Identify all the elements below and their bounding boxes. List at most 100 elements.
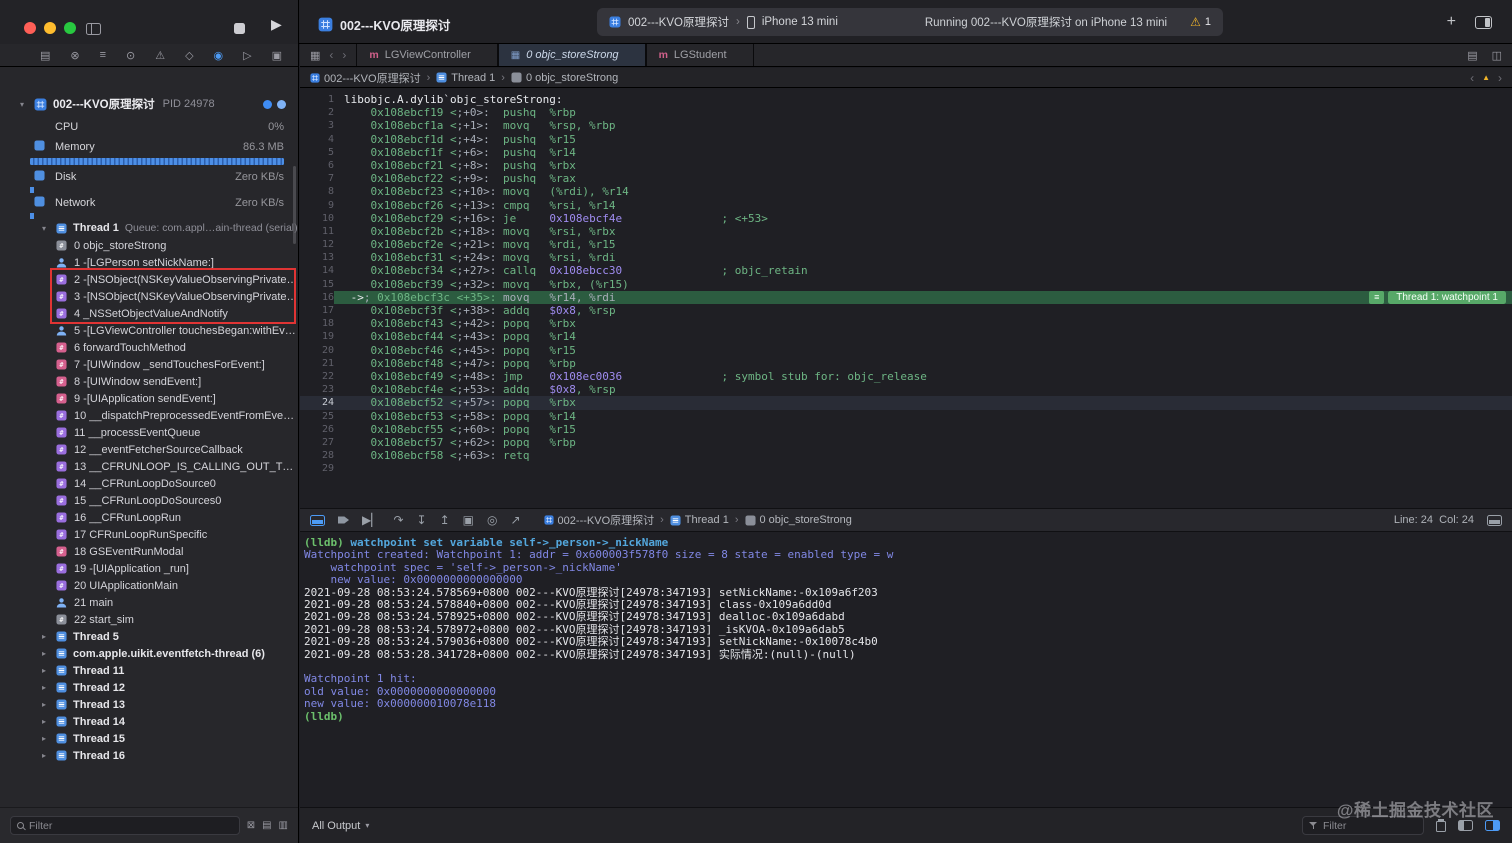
- disclosure-closed-icon[interactable]: ▸: [38, 734, 50, 743]
- editor-tab[interactable]: m LGViewController: [356, 44, 498, 66]
- navigator-tab-reports[interactable]: ▣: [272, 49, 282, 62]
- simulate-location-button[interactable]: ↗: [510, 514, 520, 526]
- hide-debug-area-icon[interactable]: [310, 514, 325, 526]
- watchpoint-badge[interactable]: ≡ Thread 1: watchpoint 1: [1369, 290, 1506, 304]
- process-row[interactable]: ▾ 002---KVO原理探讨 PID 24978: [0, 91, 298, 117]
- continue-button[interactable]: ▶▏: [362, 514, 380, 526]
- zoom-button[interactable]: [64, 22, 76, 34]
- stack-frame[interactable]: #7 -[UIWindow _sendTouchesForEvent:]: [0, 356, 298, 373]
- filter-flat-list-icon[interactable]: ▤: [262, 820, 271, 831]
- navigator-tab-issues[interactable]: ⚠: [155, 49, 165, 62]
- stack-frame[interactable]: #9 -[UIApplication sendEvent:]: [0, 390, 298, 407]
- minimize-button[interactable]: [44, 22, 56, 34]
- stack-frame[interactable]: #17 CFRunLoopRunSpecific: [0, 526, 298, 543]
- show-variables-view-icon[interactable]: [1458, 820, 1473, 831]
- view-debugger-button[interactable]: ▣: [463, 514, 474, 526]
- gauge-row-memory[interactable]: Memory 86.3 MB: [0, 137, 298, 157]
- disclosure-closed-icon[interactable]: ▸: [38, 751, 50, 760]
- back-icon[interactable]: ‹: [329, 48, 333, 62]
- gauge-row-disk[interactable]: Disk Zero KB/s: [0, 167, 298, 187]
- breadcrumb-item[interactable]: Thread 1: [436, 72, 495, 84]
- breadcrumb-item[interactable]: Thread 1: [670, 514, 729, 526]
- stack-frame[interactable]: #20 UIApplicationMain: [0, 577, 298, 594]
- thread-1-row[interactable]: ▾ Thread 1 Queue: com.appl…ain-thread (ser…: [0, 219, 298, 237]
- stack-frame[interactable]: #0 objc_storeStrong: [0, 237, 298, 254]
- console-scope-selector[interactable]: All Output ▾: [312, 820, 369, 832]
- disclosure-closed-icon[interactable]: ▸: [38, 632, 50, 641]
- toggle-navigator-icon[interactable]: [86, 23, 101, 35]
- stack-frame[interactable]: 1 -[LGPerson setNickName:]: [0, 254, 298, 271]
- editor-options-icon[interactable]: ▤: [1467, 49, 1477, 62]
- breadcrumb-item[interactable]: 0 objc_storeStrong: [511, 72, 618, 84]
- disclosure-open-icon[interactable]: ▾: [16, 100, 28, 109]
- stack-frame[interactable]: #10 __dispatchPreprocessedEventFromEven…: [0, 407, 298, 424]
- disclosure-closed-icon[interactable]: ▸: [38, 666, 50, 675]
- stack-frame[interactable]: 21 main: [0, 594, 298, 611]
- navigator-tab-tests[interactable]: ◇: [185, 49, 193, 62]
- window-layout-button[interactable]: [1475, 16, 1492, 29]
- step-out-button[interactable]: ↥: [440, 514, 450, 526]
- previous-issue-icon[interactable]: ‹: [1470, 71, 1474, 85]
- breadcrumb-item[interactable]: 002---KVO原理探讨: [310, 70, 421, 86]
- stack-frame[interactable]: #6 forwardTouchMethod: [0, 339, 298, 356]
- navigator-tab-debug[interactable]: ◉: [214, 49, 224, 62]
- stack-frame[interactable]: #4 _NSSetObjectValueAndNotify: [0, 305, 298, 322]
- scrollbar[interactable]: [293, 166, 296, 244]
- stack-frame[interactable]: #8 -[UIWindow sendEvent:]: [0, 373, 298, 390]
- thread-row[interactable]: ▸ Thread 14: [0, 713, 298, 730]
- gauge-row-cpu[interactable]: CPU 0%: [0, 117, 298, 137]
- scheme-selector[interactable]: 002---KVO原理探讨: [628, 14, 729, 30]
- step-over-button[interactable]: ↷: [393, 514, 403, 526]
- memory-graph-button[interactable]: ◎: [487, 514, 497, 526]
- filter-crashed-icon[interactable]: ⊠: [247, 820, 255, 831]
- stack-frame[interactable]: #13 __CFRUNLOOP_IS_CALLING_OUT_TO_…: [0, 458, 298, 475]
- thread-row[interactable]: ▸ Thread 5: [0, 628, 298, 645]
- stack-frame[interactable]: #16 __CFRunLoopRun: [0, 509, 298, 526]
- editor-tab[interactable]: ▦ 0 objc_storeStrong: [497, 44, 646, 66]
- stack-frame[interactable]: #15 __CFRunLoopDoSources0: [0, 492, 298, 509]
- device-selector[interactable]: iPhone 13 mini: [762, 16, 838, 28]
- thread-row[interactable]: ▸ Thread 12: [0, 679, 298, 696]
- disclosure-open-icon[interactable]: ▾: [38, 224, 50, 233]
- breadcrumb-item[interactable]: 0 objc_storeStrong: [744, 514, 852, 526]
- stop-button[interactable]: [234, 23, 245, 34]
- run-button[interactable]: ▶: [271, 16, 282, 33]
- stack-frame[interactable]: #14 __CFRunLoopDoSource0: [0, 475, 298, 492]
- thread-row[interactable]: ▸ Thread 13: [0, 696, 298, 713]
- breakpoints-toggle-icon[interactable]: [338, 516, 349, 524]
- thread-row[interactable]: ▸ Thread 15: [0, 730, 298, 747]
- stack-frame[interactable]: #12 __eventFetcherSourceCallback: [0, 441, 298, 458]
- warning-badge[interactable]: ⚠ 1: [1190, 15, 1211, 29]
- stack-frame[interactable]: #22 start_sim: [0, 611, 298, 628]
- disclosure-closed-icon[interactable]: ▸: [38, 683, 50, 692]
- filter-view-mode-icon[interactable]: ▥: [279, 820, 288, 831]
- thread-row[interactable]: ▸ com.apple.uikit.eventfetch-thread (6): [0, 645, 298, 662]
- thread-row[interactable]: ▸ Thread 11: [0, 662, 298, 679]
- disclosure-closed-icon[interactable]: ▸: [38, 649, 50, 658]
- stack-frame[interactable]: #2 -[NSObject(NSKeyValueObservingPrivate…: [0, 271, 298, 288]
- navigator-tab-symbols[interactable]: ≡: [100, 49, 106, 61]
- editor-tab[interactable]: m LGStudent: [645, 44, 754, 66]
- navigator-tab-find[interactable]: ⊙: [126, 49, 135, 62]
- disclosure-closed-icon[interactable]: ▸: [38, 700, 50, 709]
- navigator-tab-source-control[interactable]: ⊗: [70, 49, 79, 62]
- step-into-button[interactable]: ↧: [417, 514, 427, 526]
- new-tab-button[interactable]: +: [1447, 13, 1456, 31]
- navigator-tab-breakpoints[interactable]: ▷: [243, 49, 251, 62]
- disclosure-closed-icon[interactable]: ▸: [38, 717, 50, 726]
- stack-frame[interactable]: #11 __processEventQueue: [0, 424, 298, 441]
- next-issue-icon[interactable]: ›: [1498, 71, 1502, 85]
- thread-row[interactable]: ▸ Thread 16: [0, 747, 298, 764]
- stack-frame[interactable]: #19 -[UIApplication _run]: [0, 560, 298, 577]
- navigator-filter-input[interactable]: Filter: [10, 816, 240, 835]
- gauge-row-network[interactable]: Network Zero KB/s: [0, 193, 298, 213]
- related-items-icon[interactable]: ▦: [310, 49, 320, 62]
- stack-frame[interactable]: #3 -[NSObject(NSKeyValueObservingPrivate…: [0, 288, 298, 305]
- console-toggle-icon[interactable]: [1487, 514, 1502, 526]
- forward-icon[interactable]: ›: [342, 48, 346, 62]
- close-button[interactable]: [24, 22, 36, 34]
- stack-frame[interactable]: 5 -[LGViewController touchesBegan:withEv…: [0, 322, 298, 339]
- stack-frame[interactable]: #18 GSEventRunModal: [0, 543, 298, 560]
- show-console-view-icon[interactable]: [1485, 820, 1500, 831]
- add-editor-icon[interactable]: ◫: [1492, 49, 1502, 62]
